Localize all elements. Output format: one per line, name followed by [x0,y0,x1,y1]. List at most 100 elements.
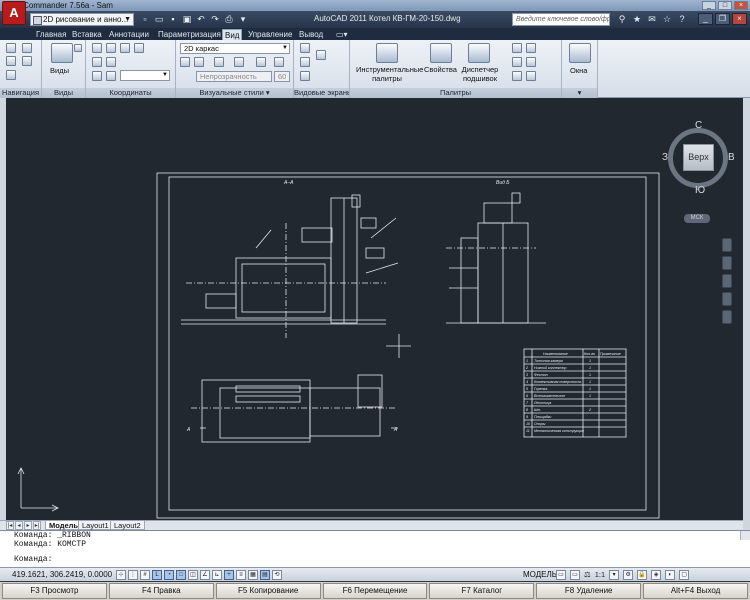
close-icon[interactable]: × [734,1,748,10]
coordinate-readout[interactable]: 419.1621, 306.2419, 0.0000 [12,570,112,579]
dyn-input-icon[interactable]: + [224,570,234,580]
pan-icon[interactable] [6,43,16,53]
quick-props-icon[interactable]: ▤ [260,570,270,580]
grid-icon[interactable]: # [140,570,150,580]
command-scrollbar[interactable] [740,531,750,540]
quickcalc-icon[interactable] [512,57,522,67]
tab-layout1[interactable]: Layout1 [78,521,113,530]
wcs-menu[interactable]: МСК [684,214,710,223]
ucs-x-icon[interactable] [92,71,102,81]
clean-screen-icon[interactable]: ▢ [679,570,690,580]
steering-wheel-icon[interactable] [22,43,32,53]
tab-annotate[interactable]: Аннотации [107,29,151,40]
sheet-set-manager-label[interactable]: Диспетчер подшивок [456,65,504,83]
lock-icon[interactable]: 🔒 [637,570,648,580]
viewport-config-icon[interactable] [300,43,310,53]
command-line-icon[interactable] [526,57,536,67]
views-cube-icon[interactable] [51,43,73,63]
opacity-value[interactable]: 60 [274,71,290,82]
tab-parametric[interactable]: Параметризация [156,29,223,40]
communication-icon[interactable]: ✉ [647,14,657,24]
view-manager-icon[interactable] [74,44,82,52]
annotation-visibility-icon[interactable]: ▾ [609,570,620,580]
compass-east[interactable]: В [728,152,735,163]
f5-copy-button[interactable]: F5 Копирование [215,583,321,599]
more-icon[interactable]: ▾ [238,14,248,24]
ucs-icon[interactable] [92,43,102,53]
vertical-scrollbar[interactable] [743,98,750,530]
viewport-join-icon[interactable] [300,71,310,81]
3d-osnap-icon[interactable]: ◫ [188,570,198,580]
annotation-scale-value[interactable]: 1:1 [595,570,605,580]
zoom-extents-icon[interactable] [22,56,32,66]
command-line[interactable]: Команда: _RIBBON Команда: КОМСТР Команда… [0,530,750,567]
annotation-scale-icon[interactable]: ⚖ [584,570,591,580]
workspace-switch-icon[interactable]: ⚙ [623,570,634,580]
showmotion-icon[interactable] [722,310,732,324]
lighting-icon[interactable] [256,57,266,67]
ucs-object-icon[interactable] [106,57,116,67]
application-menu-button[interactable]: A [2,1,26,25]
sheet-set-manager-icon[interactable] [468,43,490,63]
otrack-icon[interactable]: ∠ [200,570,210,580]
lineweight-icon[interactable]: ≡ [236,570,246,580]
polar-icon[interactable]: ◔ [164,570,174,580]
ucs-view-icon[interactable] [92,57,102,67]
shade-icon[interactable] [180,57,190,67]
tab-home[interactable]: Главная [34,29,68,40]
showmotion-icon[interactable] [6,70,16,80]
minimize-icon[interactable]: _ [702,1,716,10]
undo-icon[interactable]: ↶ [196,14,206,24]
viewcube-face-top[interactable]: Верх [683,144,714,171]
panel-title-windows[interactable]: ▾ [562,88,597,98]
restore-icon[interactable]: ❐ [715,13,730,25]
tab-insert[interactable]: Вставка [70,29,104,40]
opacity-field[interactable]: Непрозрачность [196,71,272,82]
infer-constraints-icon[interactable]: ⊹ [116,570,126,580]
selection-cycling-icon[interactable]: ⟲ [272,570,282,580]
quick-view-drawings-icon[interactable]: ▭ [570,570,580,580]
first-layout-icon[interactable]: |◂ [6,521,14,530]
favorites-icon[interactable]: ☆ [662,14,672,24]
ortho-icon[interactable]: L [152,570,162,580]
tab-output[interactable]: Вывод [297,29,325,40]
edges-icon[interactable] [194,57,204,67]
tab-manage[interactable]: Управление [246,29,294,40]
zoom-icon[interactable] [722,274,732,288]
designcenter-icon[interactable] [512,43,522,53]
compass-west[interactable]: З [662,152,668,163]
snap-icon[interactable]: ⋮ [128,570,138,580]
last-layout-icon[interactable]: ▸| [33,521,41,530]
osnap-icon[interactable]: □ [176,570,186,580]
windows-icon[interactable] [569,43,591,63]
color-icon[interactable] [214,57,224,67]
tab-model[interactable]: Модель [45,521,83,530]
ucs-combo[interactable]: ▼ [120,70,170,81]
ucs-3point-icon[interactable] [134,43,144,53]
markup-icon[interactable] [526,43,536,53]
open-folder-icon[interactable]: ▭ [154,14,164,24]
save-as-icon[interactable]: ▣ [182,14,192,24]
alt-f4-exit-button[interactable]: Alt+F4 Выход [643,583,749,599]
orbit-icon[interactable] [6,56,16,66]
f4-edit-button[interactable]: F4 Правка [108,583,214,599]
panel-title-visual-styles[interactable]: Визуальные стили ▾ [176,88,293,98]
close-icon[interactable]: × [732,13,747,25]
views-button-label[interactable]: Виды [50,66,69,75]
f3-view-button[interactable]: F3 Просмотр [2,583,107,599]
quick-view-layouts-icon[interactable]: ▭ [556,570,566,580]
drawing-canvas[interactable]: А–А Вид Б А А Наименование Кол-во Примеч… [6,98,743,520]
ucs-world-icon[interactable] [106,43,116,53]
hardware-accel-icon[interactable]: ◈ [651,570,662,580]
f6-move-button[interactable]: F6 Перемещение [322,583,428,599]
minimize-icon[interactable]: _ [698,13,713,25]
workspace-select[interactable]: 2D рисование и анно... ▼ [30,13,134,26]
plot-icon[interactable]: ⎙ [224,14,234,24]
command-prompt[interactable]: Команда: [14,555,750,564]
properties-icon[interactable] [430,43,452,63]
viewport-clip-icon[interactable] [316,50,326,60]
visual-style-select[interactable]: 2D каркас ▼ [180,43,290,54]
windows-label[interactable]: Окна [570,66,587,75]
next-layout-icon[interactable]: ▸ [24,521,32,530]
dbconnect-icon[interactable] [512,71,522,81]
